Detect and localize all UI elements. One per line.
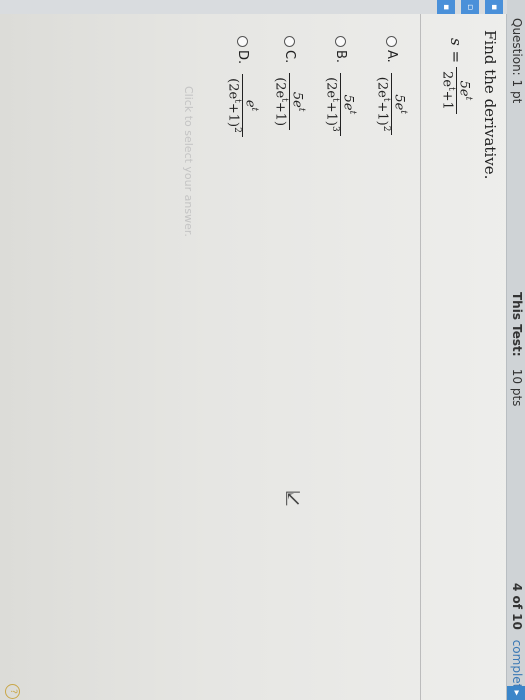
option-b-denominator-power: 3 [329,125,340,132]
option-b-numerator: 5e [340,94,356,111]
test-points: This Test: 10 pts [510,292,524,406]
answer-option-c[interactable]: C. 5et (2et+1) [272,36,306,131]
help-icon[interactable]: ? [5,684,20,699]
question-points: Question: 1 pt [510,18,524,104]
option-d-denominator-power: 2 [231,127,242,133]
option-fraction-a: 5et (2et+1)2 [374,72,408,136]
option-d-denominator-tail: +1) [225,102,241,128]
test-points-label: This Test: [510,292,524,357]
radio-button-a[interactable] [385,36,397,47]
function-fraction: 5et 2et+1 [439,67,473,114]
option-a-denominator-tail: +1) [374,101,390,126]
option-b-denominator: (2e [323,77,339,99]
function-lhs: s = [447,38,466,64]
option-label-c: C. [281,50,297,64]
quiz-screen: Question: 1 pt This Test: 10 pts 4 of 10… [0,0,525,700]
function-denominator: 2e [439,71,455,88]
option-d-numerator-exp: t [249,107,259,112]
option-fraction-b: 5et (2et+1)3 [323,73,357,136]
question-prompt: Find the derivative. [481,30,499,180]
radio-button-c[interactable] [283,36,295,47]
option-fraction-d: et (2et+1)2 [225,74,259,137]
given-function: s = 5et 2et+1 [439,38,473,114]
question-header: Question: 1 pt This Test: 10 pts 4 of 10… [506,0,525,700]
progress-indicator: 4 of 10 complete [510,583,524,696]
option-a-denominator: (2e [374,76,390,98]
option-label-b: B. [332,50,348,64]
expand-icon[interactable]: ▸ [507,686,525,700]
radio-button-b[interactable] [334,36,346,47]
divider [420,14,421,700]
answer-option-a[interactable]: A. 5et (2et+1)2 [374,36,408,136]
arrow-cursor-icon: ⇱ [284,486,302,511]
calculator-icon[interactable]: ▫ [461,0,479,14]
option-d-numerator: e [242,99,258,108]
option-c-denominator: (2e [272,77,288,99]
option-a-denominator-power: 2 [380,125,391,132]
function-numerator: 5e [456,80,472,97]
option-label-a: A. [383,50,399,63]
function-denominator-tail: +1 [439,90,455,110]
option-b-numerator-exp: t [347,110,357,115]
select-answer-hint: Click to select your answer. [182,86,195,237]
tools-icon[interactable]: ▪ [437,0,455,14]
radio-button-d[interactable] [236,36,248,47]
option-label-d: D. [234,50,250,65]
test-points-value: 10 pts [510,368,524,407]
option-d-denominator: (2e [225,78,241,100]
option-fraction-c: 5et (2et+1) [272,73,306,131]
answer-option-d[interactable]: D. et (2et+1)2 [225,36,259,137]
bookmark-icon[interactable]: ▪ [485,0,503,14]
option-a-numerator: 5e [391,94,407,111]
option-c-numerator: 5e [289,91,305,108]
answer-option-b[interactable]: B. 5et (2et+1)3 [323,36,357,136]
progress-count: 4 of 10 [510,583,524,630]
function-numerator-exp: t [463,96,473,101]
option-c-numerator-exp: t [296,107,306,112]
option-c-denominator-tail: +1) [272,101,288,127]
option-b-denominator-tail: +1) [323,101,339,126]
option-a-numerator-exp: t [398,110,408,114]
side-toolbar: ▪ ▫ ▪ [0,0,507,14]
